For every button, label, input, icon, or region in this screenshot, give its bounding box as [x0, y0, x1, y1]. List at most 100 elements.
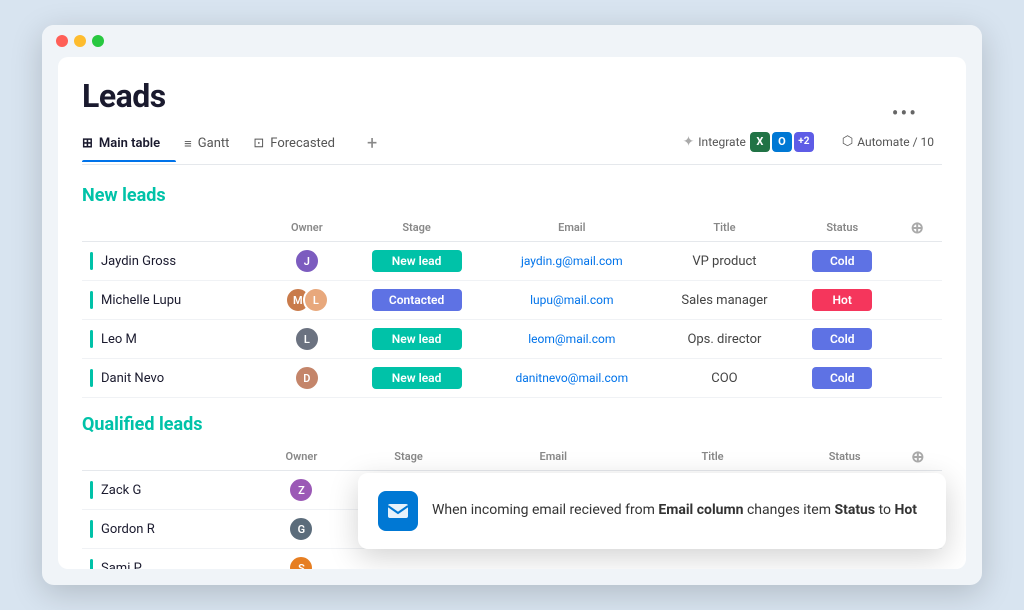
col-header-3: Email — [477, 443, 630, 471]
email-cell-0[interactable]: jaydin.g@mail.com — [487, 242, 657, 281]
table-row[interactable]: Michelle Lupu ML Contacted lupu@mail.com Sal… — [82, 281, 942, 320]
col-header-6[interactable]: ⊕ — [892, 214, 942, 242]
stage-cell-0[interactable]: New lead — [347, 242, 487, 281]
close-dot[interactable] — [56, 35, 68, 47]
tab-forecasted[interactable]: ⊡Forecasted — [253, 130, 351, 161]
stage-cell-2[interactable]: New lead — [347, 320, 487, 359]
integrate-button[interactable]: ✦ Integrate X O +2 — [675, 129, 822, 155]
col-header-4: Title — [630, 443, 796, 471]
tab-gantt[interactable]: ≡Gantt — [184, 130, 245, 162]
row-name: Michelle Lupu — [101, 293, 181, 308]
status-cell-3[interactable]: Cold — [792, 359, 893, 398]
email-link[interactable]: danitnevo@mail.com — [515, 371, 628, 385]
stage-cell-3[interactable]: New lead — [347, 359, 487, 398]
table-row[interactable]: Danit NevoDNew leaddanitnevo@mail.comCOO… — [82, 359, 942, 398]
status-cell-2[interactable] — [796, 549, 894, 570]
email-link[interactable]: lupu@mail.com — [530, 293, 613, 307]
name-bar — [90, 252, 93, 270]
col-header-0 — [82, 214, 267, 242]
owner-cell-0: J — [267, 242, 346, 281]
stage-cell-2[interactable] — [340, 549, 477, 570]
col-header-1: Owner — [267, 214, 346, 242]
name-bar — [90, 291, 93, 309]
row-name: Gordon R — [101, 522, 155, 537]
row-name: Leo M — [101, 332, 137, 347]
title-cell-3: COO — [657, 359, 792, 398]
extra-cell-0 — [892, 242, 942, 281]
col-header-5: Status — [792, 214, 893, 242]
app-window: Leads ••• ⊞Main table≡Gantt⊡Forecasted+ … — [42, 25, 982, 585]
header-area: Leads ••• ⊞Main table≡Gantt⊡Forecasted+ … — [58, 57, 966, 165]
status-cell-0[interactable]: Cold — [792, 242, 893, 281]
table-row[interactable]: Sami PS — [82, 549, 942, 570]
add-col-button[interactable]: ⊕ — [907, 218, 928, 237]
tooltip-text: When incoming email recieved from Email … — [432, 501, 917, 521]
excel-icon: X — [750, 132, 770, 152]
toolbar-right: ✦ Integrate X O +2 ⬡ Automate / 10 — [675, 129, 942, 163]
more-integrations-icon: +2 — [794, 132, 814, 152]
email-cell-1[interactable]: lupu@mail.com — [487, 281, 657, 320]
main-content: Leads ••• ⊞Main table≡Gantt⊡Forecasted+ … — [58, 57, 966, 569]
automate-button[interactable]: ⬡ Automate / 10 — [834, 131, 942, 152]
group-header-new-leads: New leads — [82, 185, 942, 206]
tooltip-bold1: Email column — [658, 502, 743, 518]
name-bar — [90, 369, 93, 387]
extra-cell-2 — [892, 320, 942, 359]
title-cell-1: Sales manager — [657, 281, 792, 320]
name-bar — [90, 520, 93, 538]
col-header-3: Email — [487, 214, 657, 242]
tooltip-bold2: Status — [834, 502, 875, 518]
add-tab-button[interactable]: + — [359, 127, 385, 164]
maximize-dot[interactable] — [92, 35, 104, 47]
status-cell-1[interactable]: Hot — [792, 281, 893, 320]
tooltip-popup: When incoming email recieved from Email … — [358, 473, 946, 549]
stage-badge: New lead — [372, 250, 462, 272]
name-cell-0: Zack G — [82, 471, 263, 510]
owner-cell-1: ML — [267, 281, 346, 320]
owner-cell-2: S — [263, 549, 340, 570]
col-header-2: Stage — [347, 214, 487, 242]
add-col-button[interactable]: ⊕ — [907, 447, 928, 466]
tooltip-middle: changes item — [743, 502, 834, 518]
table-row[interactable]: Leo M L New lead leom@mail.com Ops. director… — [82, 320, 942, 359]
col-header-5: Status — [796, 443, 894, 471]
email-cell-3[interactable]: danitnevo@mail.com — [487, 359, 657, 398]
title-cell-2 — [630, 549, 796, 570]
name-cell-0: Jaydin Gross — [82, 242, 267, 281]
avatar: G — [288, 516, 314, 542]
col-header-4: Title — [657, 214, 792, 242]
tooltip-suffix: to — [875, 502, 894, 518]
group-header-qualified: Qualified leads — [82, 414, 942, 435]
integrate-icons: X O +2 — [750, 132, 814, 152]
email-link[interactable]: jaydin.g@mail.com — [521, 254, 623, 268]
more-menu-button[interactable]: ••• — [892, 101, 918, 125]
title-cell-2: Ops. director — [657, 320, 792, 359]
row-name: Zack G — [101, 483, 141, 498]
automate-label: Automate / 10 — [857, 135, 934, 149]
avatar-group: Z — [271, 477, 332, 503]
row-name: Jaydin Gross — [101, 254, 176, 269]
stage-badge: Contacted — [372, 289, 462, 311]
email-cell-2[interactable] — [477, 549, 630, 570]
col-header-2: Stage — [340, 443, 477, 471]
tab-icon-forecasted: ⊡ — [253, 136, 264, 151]
stage-cell-1[interactable]: Contacted — [347, 281, 487, 320]
table-row[interactable]: Jaydin GrossJNew leadjaydin.g@mail.comVP… — [82, 242, 942, 281]
tab-label-main-table: Main table — [99, 136, 160, 151]
avatar: L — [303, 287, 329, 313]
avatar-group: J — [275, 248, 338, 274]
minimize-dot[interactable] — [74, 35, 86, 47]
table-new-leads: OwnerStageEmailTitleStatus ⊕ Jaydin Gross J… — [82, 214, 942, 398]
status-cell-2[interactable]: Cold — [792, 320, 893, 359]
avatar-group: L — [275, 326, 338, 352]
name-cell-2: Sami P — [82, 549, 263, 570]
avatar: L — [294, 326, 320, 352]
owner-cell-2: L — [267, 320, 346, 359]
avatar-group: D — [275, 365, 338, 391]
name-bar — [90, 559, 93, 569]
tab-main-table[interactable]: ⊞Main table — [82, 130, 176, 161]
email-link[interactable]: leom@mail.com — [528, 332, 615, 346]
col-header-6[interactable]: ⊕ — [894, 443, 942, 471]
email-cell-2[interactable]: leom@mail.com — [487, 320, 657, 359]
status-badge: Cold — [812, 367, 872, 389]
